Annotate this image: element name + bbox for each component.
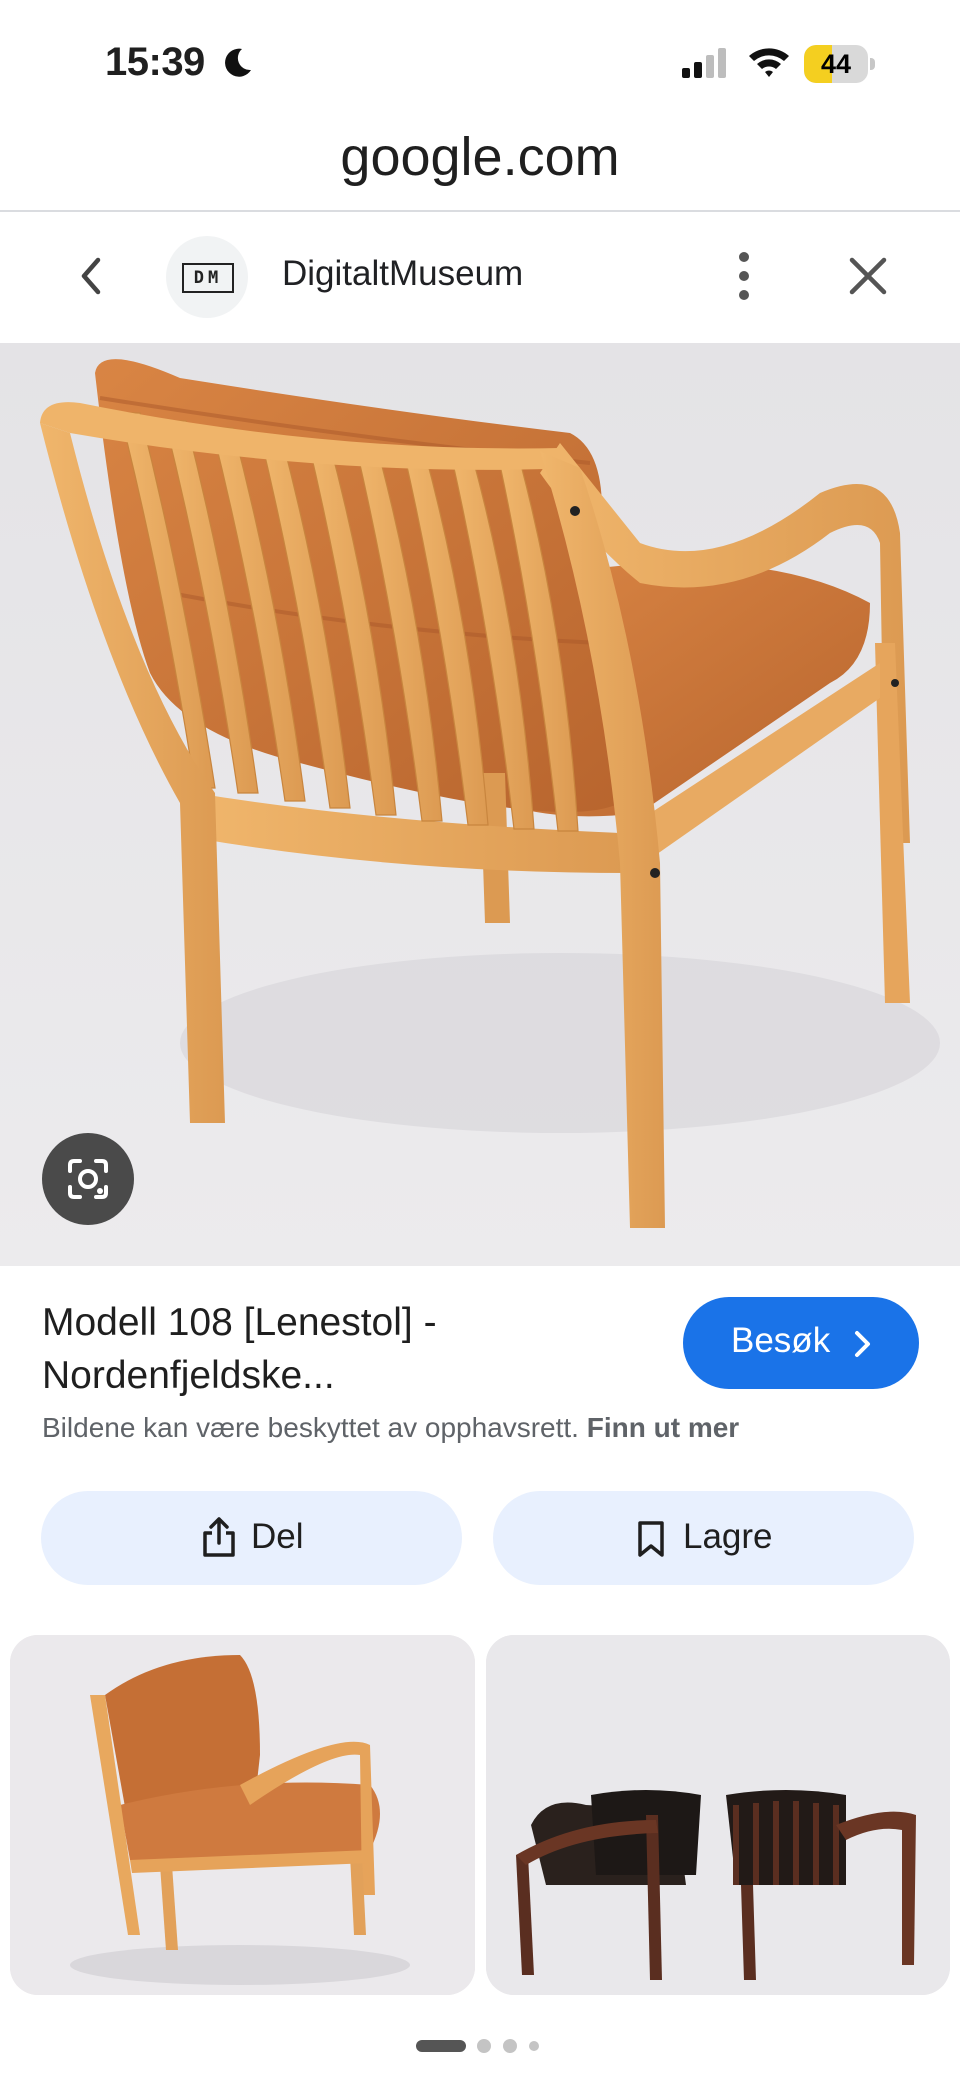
related-image-dark-armchairs[interactable] [486, 1635, 950, 1995]
chevron-right-icon [855, 1331, 870, 1357]
signal-icon [682, 48, 726, 78]
related-image-tan-armchair[interactable] [10, 1635, 475, 1995]
moon-icon [225, 48, 251, 77]
more-vert-icon[interactable] [728, 248, 760, 304]
site-logo-text: DM [182, 263, 234, 293]
page-indicator-dot [477, 2039, 491, 2053]
page-indicator-dot [503, 2039, 517, 2053]
back-icon[interactable] [72, 252, 112, 300]
url-text[interactable]: google.com [0, 126, 960, 188]
save-button[interactable]: Lagre [493, 1491, 914, 1585]
share-icon [203, 1517, 235, 1557]
share-button[interactable]: Del [41, 1491, 462, 1585]
status-time: 15:39 [105, 40, 205, 84]
page-indicator [416, 2039, 539, 2053]
share-label: Del [251, 1517, 304, 1556]
visit-button-label: Besøk [731, 1321, 831, 1360]
close-icon[interactable] [846, 254, 890, 298]
site-name[interactable]: DigitaltMuseum [282, 254, 523, 294]
result-title[interactable]: Modell 108 [Lenestol] - Nordenfjeldske..… [42, 1296, 642, 1402]
save-label: Lagre [683, 1517, 773, 1556]
learn-more-link[interactable]: Finn ut mer [587, 1412, 739, 1443]
lens-search-button[interactable] [42, 1133, 134, 1225]
visit-button[interactable]: Besøk [683, 1297, 919, 1389]
lens-icon [68, 1159, 108, 1199]
wifi-icon [749, 48, 789, 77]
divider [0, 210, 960, 212]
bookmark-icon [638, 1521, 664, 1557]
battery-icon: 44 [804, 45, 876, 83]
copyright-notice: Bildene kan være beskyttet av opphavsret… [42, 1412, 739, 1444]
page-indicator-dot [416, 2040, 466, 2052]
battery-level: 44 [820, 49, 852, 79]
copyright-text: Bildene kan være beskyttet av opphavsret… [42, 1412, 579, 1443]
site-logo: DM [166, 236, 248, 318]
page-indicator-dot [529, 2041, 539, 2051]
main-image-armchair[interactable] [0, 343, 960, 1266]
